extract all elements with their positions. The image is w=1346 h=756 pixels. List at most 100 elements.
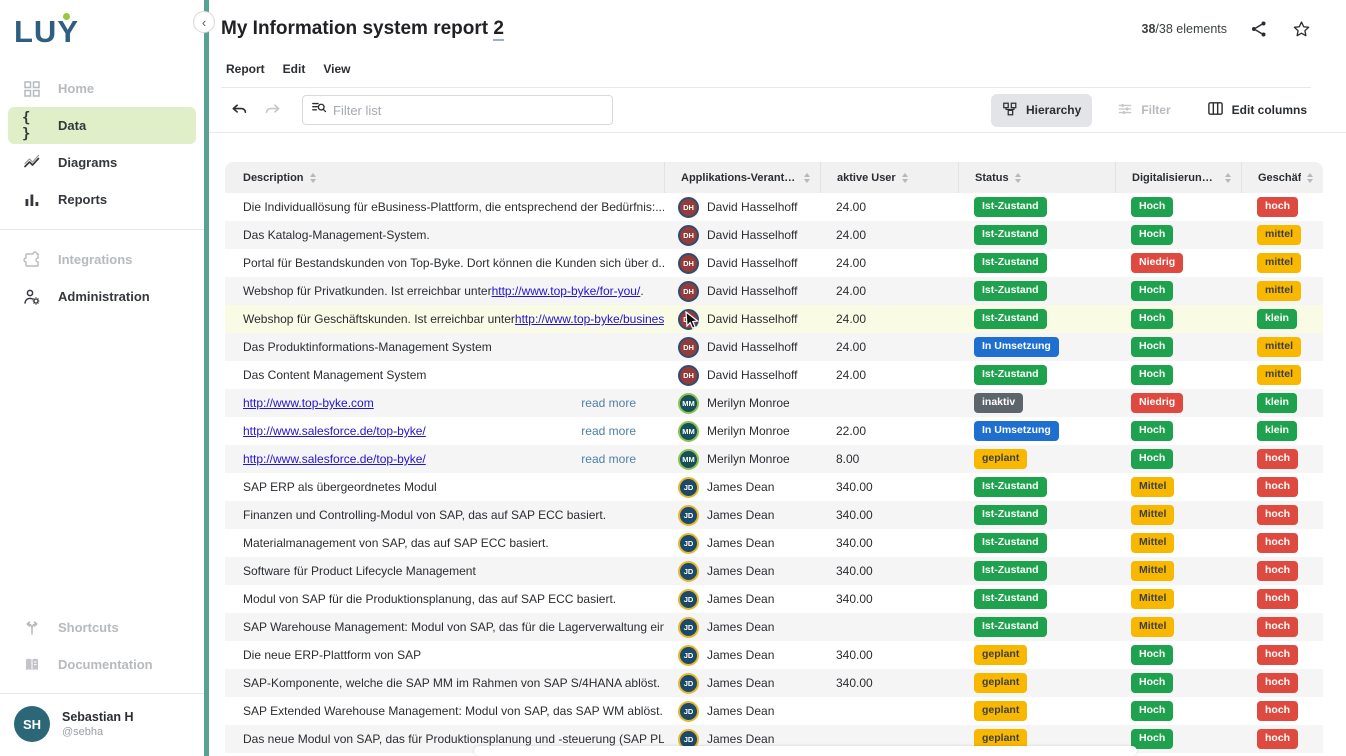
filter-list-field[interactable]: [302, 95, 613, 125]
owner-avatar[interactable]: DH: [678, 197, 699, 218]
filter-list-input[interactable]: [333, 103, 604, 118]
owner-avatar[interactable]: MM: [678, 449, 699, 470]
owner-avatar[interactable]: DH: [678, 337, 699, 358]
column-header-4[interactable]: Status: [958, 162, 1115, 193]
table-row[interactable]: SAP Extended Warehouse Management: Modul…: [225, 697, 1323, 725]
table-row[interactable]: Das Katalog-Management-System.DHDavid Ha…: [225, 221, 1323, 249]
description-cell: SAP Extended Warehouse Management: Modul…: [225, 697, 664, 725]
description-text: Software für Product Lifecycle Managemen…: [243, 564, 476, 578]
description-link[interactable]: http://www.top-byke/business/: [515, 312, 664, 326]
avatar[interactable]: SH: [14, 706, 50, 742]
share-icon[interactable]: [1249, 19, 1269, 39]
table-row[interactable]: Portal für Bestandskunden von Top-Byke. …: [225, 249, 1323, 277]
menu-edit[interactable]: Edit: [283, 62, 306, 76]
owner-avatar[interactable]: JD: [678, 701, 699, 722]
user-profile[interactable]: SH Sebastian H @sebha: [0, 694, 204, 756]
sidebar-collapse-button[interactable]: ‹: [193, 11, 215, 33]
edit-columns-button[interactable]: Edit columns: [1196, 93, 1318, 127]
owner-avatar[interactable]: DH: [678, 365, 699, 386]
sort-icon[interactable]: [1015, 173, 1021, 183]
krit-cell: hoch: [1241, 473, 1323, 501]
table-row[interactable]: Die neue ERP-Plattform von SAPJDJames De…: [225, 641, 1323, 669]
column-header-2[interactable]: Applikations-Verantwortlicher: [664, 162, 820, 193]
owner-avatar[interactable]: DH: [678, 309, 699, 330]
criticality-badge: mittel: [1257, 253, 1301, 272]
table-row[interactable]: http://www.top-byke.comread moreMMMerily…: [225, 389, 1323, 417]
sidebar-item-reports[interactable]: Reports: [8, 181, 196, 218]
menu-view[interactable]: View: [323, 62, 350, 76]
owner-name: James Dean: [707, 676, 774, 690]
table-row[interactable]: Die Individuallösung für eBusiness-Platt…: [225, 193, 1323, 221]
filter-button[interactable]: Filter: [1106, 94, 1181, 127]
owner-avatar[interactable]: DH: [678, 253, 699, 274]
column-header-1[interactable]: Description: [225, 162, 664, 193]
sort-icon[interactable]: [1225, 173, 1231, 183]
status-cell: Ist-Zustand: [958, 221, 1115, 249]
owner-avatar[interactable]: JD: [678, 477, 699, 498]
owner-avatar[interactable]: JD: [678, 589, 699, 610]
hierarchy-button[interactable]: Hierarchy: [991, 94, 1092, 127]
owner-avatar[interactable]: JD: [678, 673, 699, 694]
description-link[interactable]: http://www.salesforce.de/top-byke/: [243, 452, 426, 466]
digi-cell: Mittel: [1115, 473, 1241, 501]
owner-avatar[interactable]: DH: [678, 225, 699, 246]
table-row[interactable]: Materialmanagement von SAP, das auf SAP …: [225, 529, 1323, 557]
table-row[interactable]: http://www.salesforce.de/top-byke/read m…: [225, 445, 1323, 473]
table-row[interactable]: Webshop für Privatkunden. Ist erreichbar…: [225, 277, 1323, 305]
read-more-link[interactable]: read more: [571, 396, 636, 410]
table-row[interactable]: Finanzen und Controlling-Modul von SAP, …: [225, 501, 1323, 529]
table-row[interactable]: http://www.salesforce.de/top-byke/read m…: [225, 417, 1323, 445]
sort-icon[interactable]: [310, 173, 316, 183]
table-row[interactable]: SAP Warehouse Management: Modul von SAP,…: [225, 613, 1323, 641]
sort-icon[interactable]: [804, 173, 810, 183]
column-header-6[interactable]: Geschäftskritikalität: [1241, 162, 1323, 193]
table-row[interactable]: SAP ERP als übergeordnetes ModulJDJames …: [225, 473, 1323, 501]
owner-avatar[interactable]: JD: [678, 617, 699, 638]
table-row[interactable]: SAP-Komponente, welche die SAP MM im Rah…: [225, 669, 1323, 697]
table-row[interactable]: Das Content Management SystemDHDavid Has…: [225, 361, 1323, 389]
table-row[interactable]: Webshop für Geschäftskunden. Ist erreich…: [225, 305, 1323, 333]
criticality-badge: mittel: [1257, 281, 1301, 300]
page-title[interactable]: My Information system report 2: [221, 18, 504, 40]
digitalization-badge: Hoch: [1131, 197, 1173, 216]
horizontal-scrollbar[interactable]: [474, 746, 1137, 756]
read-more-link[interactable]: read more: [571, 424, 636, 438]
digi-cell: Niedrig: [1115, 249, 1241, 277]
owner-avatar[interactable]: DH: [678, 281, 699, 302]
active-users-cell: 24.00: [820, 221, 958, 249]
owner-avatar[interactable]: MM: [678, 421, 699, 442]
owner-cell: DH David Hasselhoff: [664, 277, 820, 305]
undo-icon[interactable]: [228, 99, 250, 121]
favorite-star-icon[interactable]: [1291, 19, 1311, 39]
table-row[interactable]: Das Produktinformations-Management Syste…: [225, 333, 1323, 361]
description-link[interactable]: http://www.top-byke.com: [243, 396, 374, 410]
description-cell: Die Individuallösung für eBusiness-Platt…: [225, 193, 664, 221]
owner-avatar[interactable]: JD: [678, 505, 699, 526]
owner-avatar[interactable]: JD: [678, 533, 699, 554]
digitalization-badge: Hoch: [1131, 449, 1173, 468]
active-users-cell: 24.00: [820, 305, 958, 333]
read-more-link[interactable]: read more: [571, 452, 636, 466]
owner-avatar[interactable]: JD: [678, 645, 699, 666]
redo-icon[interactable]: [261, 99, 283, 121]
description-text: SAP Warehouse Management: Modul von SAP,…: [243, 620, 664, 634]
column-header-3[interactable]: aktive User: [820, 162, 958, 193]
table-header-row: DescriptionApplikations-Verantwortlicher…: [225, 162, 1323, 193]
status-cell: Ist-Zustand: [958, 613, 1115, 641]
menu-report[interactable]: Report: [226, 62, 265, 76]
description-link[interactable]: http://www.top-byke/for-you/: [492, 284, 641, 298]
puzzle-icon: [22, 250, 42, 270]
sidebar-item-diagrams[interactable]: Diagrams: [8, 144, 196, 181]
description-link[interactable]: http://www.salesforce.de/top-byke/: [243, 424, 426, 438]
toolbar-right: Hierarchy Filter Edit columns: [991, 93, 1318, 127]
column-header-5[interactable]: Digitalisierungsgrad: [1115, 162, 1241, 193]
owner-avatar[interactable]: MM: [678, 393, 699, 414]
table-row[interactable]: Software für Product Lifecycle Managemen…: [225, 557, 1323, 585]
table-row[interactable]: Modul von SAP für die Produktionsplanung…: [225, 585, 1323, 613]
sidebar-item-administration[interactable]: Administration: [8, 278, 196, 315]
owner-avatar[interactable]: JD: [678, 561, 699, 582]
sort-icon[interactable]: [902, 173, 908, 183]
sidebar-item-data[interactable]: { }Data: [8, 107, 196, 144]
sort-icon[interactable]: [1307, 173, 1313, 183]
owner-name: David Hasselhoff: [707, 284, 798, 298]
